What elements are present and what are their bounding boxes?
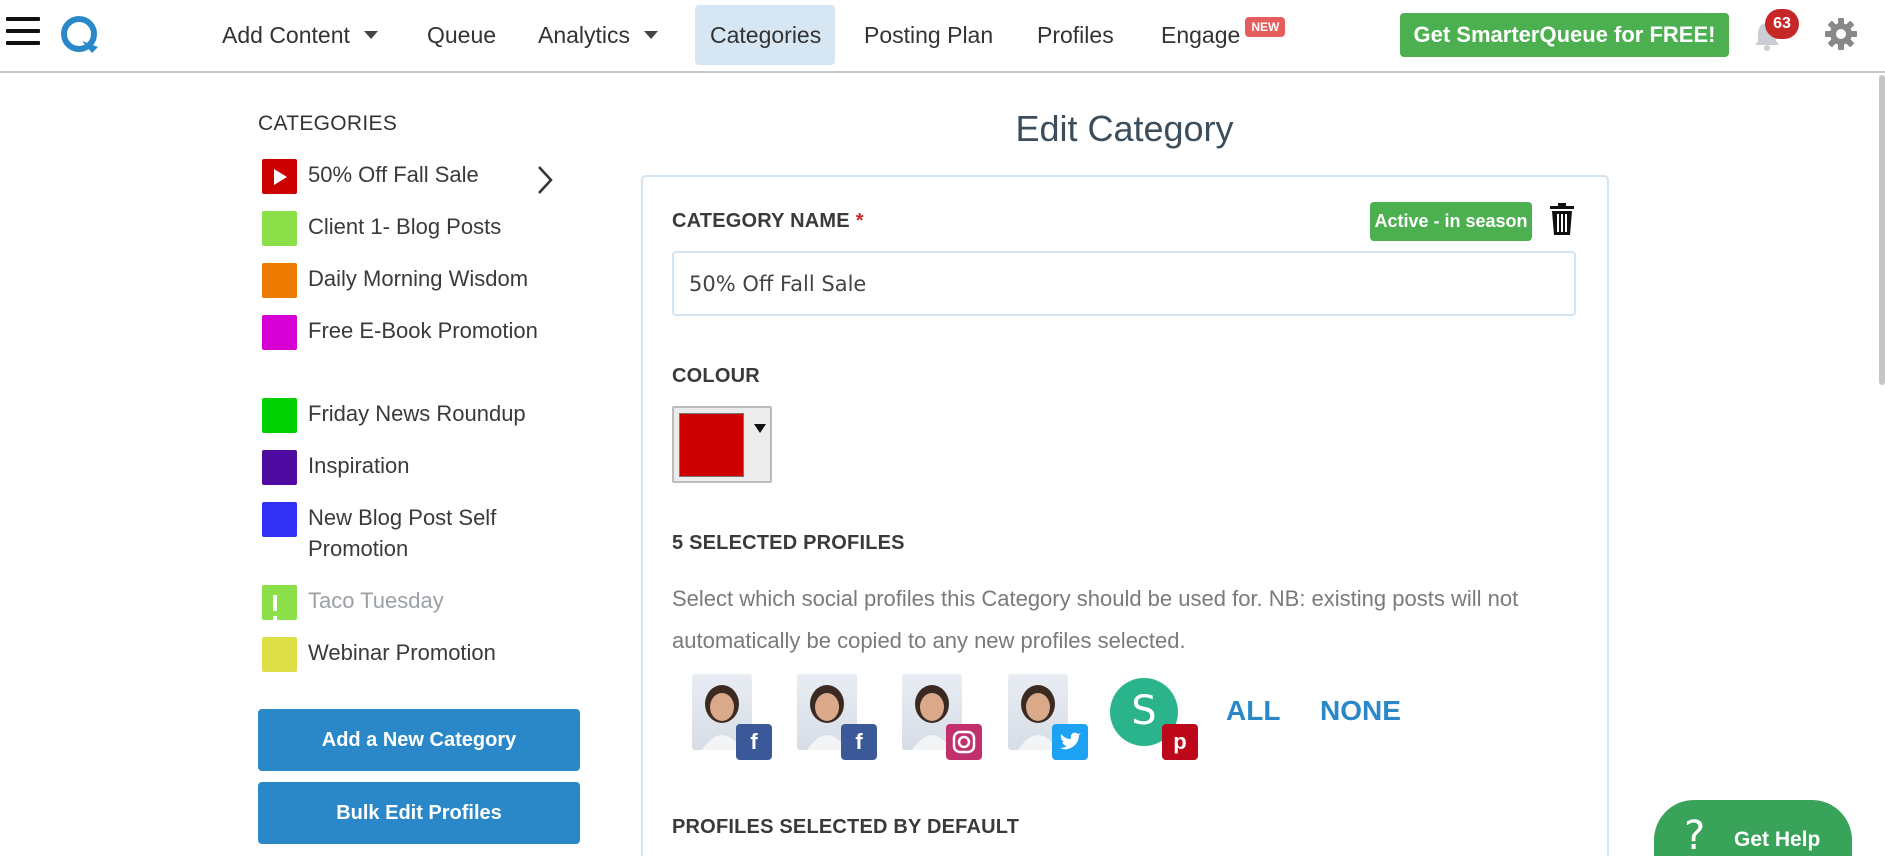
nav-posting-plan[interactable]: Posting Plan (849, 5, 1008, 65)
dropdown-arrow-icon (754, 424, 766, 433)
colour-label: COLOUR (672, 365, 760, 387)
get-help-widget[interactable]: ? Get Help (1654, 800, 1852, 856)
profile-facebook-page[interactable]: f (678, 674, 772, 762)
profile-pinterest[interactable]: S p (1110, 674, 1198, 762)
category-label: 50% Off Fall Sale (308, 162, 479, 187)
help-icon: ? (1684, 813, 1706, 856)
profile-instagram[interactable] (888, 674, 982, 762)
category-swatch (262, 585, 297, 632)
category-label: Inspiration (308, 453, 410, 478)
add-new-category-button[interactable]: Add a New Category (258, 709, 580, 771)
page-scrollbar[interactable] (1879, 75, 1885, 385)
chevron-down-icon (363, 30, 378, 39)
sidebar-title: CATEGORIES (258, 112, 398, 135)
category-swatch (262, 450, 297, 485)
chevron-right-icon[interactable] (534, 164, 556, 196)
category-label: Taco Tuesday (308, 588, 444, 613)
category-item-client-1-blog-posts[interactable]: Client 1- Blog Posts (262, 211, 582, 246)
nav-profiles[interactable]: Profiles (1022, 5, 1129, 65)
category-label: Free E-Book Promotion (308, 318, 538, 343)
facebook-icon: f (736, 724, 772, 760)
category-swatch (262, 263, 297, 298)
colour-swatch (679, 413, 744, 477)
category-name-label: CATEGORY NAME * (672, 210, 864, 232)
profiles-help-text: Select which social profiles this Catego… (672, 586, 1519, 653)
category-item-friday-news-roundup[interactable]: Friday News Roundup (262, 398, 582, 433)
chevron-down-icon (644, 30, 659, 39)
category-item-new-blog-post-self-promotion[interactable]: New Blog Post Self Promotion (262, 502, 582, 564)
category-swatch (262, 502, 297, 537)
category-label: New Blog Post Self Promotion (308, 505, 497, 561)
twitter-icon (1052, 724, 1088, 760)
nav-add-content[interactable]: Add Content (207, 5, 393, 65)
nav-queue[interactable]: Queue (412, 5, 511, 65)
new-badge: NEW (1245, 17, 1286, 37)
gear-icon[interactable] (1824, 17, 1858, 51)
smarterqueue-logo[interactable] (58, 13, 102, 57)
facebook-group-icon: f (841, 724, 877, 760)
top-navbar: Add Content Queue Analytics Categories P… (0, 0, 1885, 73)
hamburger-menu-icon[interactable] (6, 17, 40, 49)
category-label: Friday News Roundup (308, 401, 526, 426)
pause-icon (273, 595, 287, 632)
page-title: Edit Category (1015, 108, 1234, 149)
category-swatch (262, 159, 297, 194)
profile-facebook-group[interactable]: f (783, 674, 877, 762)
bulk-edit-profiles-button[interactable]: Bulk Edit Profiles (258, 782, 580, 844)
pinterest-icon: p (1162, 724, 1198, 760)
category-label: Daily Morning Wisdom (308, 266, 529, 291)
get-help-label: Get Help (1734, 828, 1821, 851)
category-item-inspiration[interactable]: Inspiration (262, 450, 582, 485)
instagram-icon (946, 724, 982, 760)
notification-count-badge[interactable]: 63 (1765, 9, 1799, 39)
category-swatch (262, 398, 297, 433)
profile-twitter[interactable] (994, 674, 1088, 762)
category-name-input[interactable] (672, 251, 1576, 316)
play-icon (274, 169, 287, 185)
nav-categories[interactable]: Categories (695, 5, 835, 65)
get-free-button[interactable]: Get SmarterQueue for FREE! (1400, 13, 1729, 57)
status-badge[interactable]: Active - in season (1370, 202, 1532, 241)
nav-engage[interactable]: Engage NEW (1146, 5, 1286, 65)
category-swatch (262, 637, 297, 672)
selected-profiles-label: 5 SELECTED PROFILES (672, 532, 905, 554)
category-item-webinar-promotion[interactable]: Webinar Promotion (262, 637, 582, 672)
nav-analytics[interactable]: Analytics (523, 5, 673, 65)
colour-picker[interactable] (672, 406, 772, 483)
default-profiles-label: PROFILES SELECTED BY DEFAULT (672, 816, 1020, 838)
select-no-profiles-button[interactable]: NONE (1320, 695, 1401, 727)
select-all-profiles-button[interactable]: ALL (1226, 695, 1280, 727)
category-item-free-e-book-promotion[interactable]: Free E-Book Promotion (262, 315, 582, 350)
category-label: Webinar Promotion (308, 640, 496, 665)
trash-icon[interactable] (1548, 202, 1576, 236)
category-swatch (262, 315, 297, 350)
category-item-daily-morning-wisdom[interactable]: Daily Morning Wisdom (262, 263, 582, 298)
category-swatch (262, 211, 297, 246)
category-item-taco-tuesday[interactable]: Taco Tuesday (262, 585, 582, 632)
category-label: Client 1- Blog Posts (308, 214, 502, 239)
